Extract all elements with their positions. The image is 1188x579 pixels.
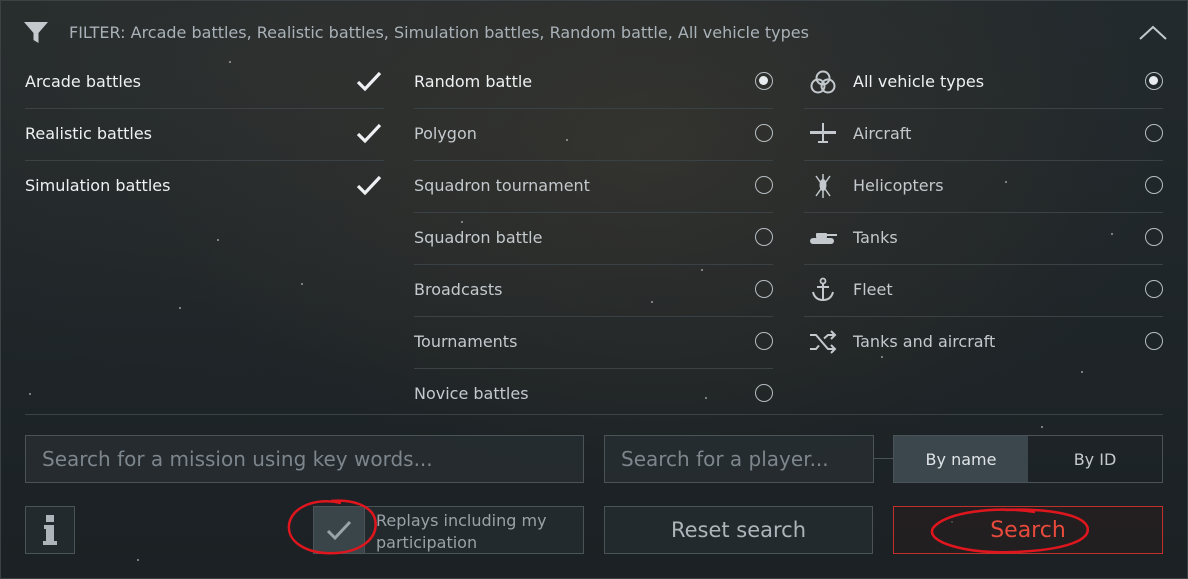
radio[interactable] — [755, 280, 773, 298]
aircraft-icon — [810, 123, 836, 143]
vehicle-label: All vehicle types — [853, 72, 985, 91]
tank-icon — [810, 233, 837, 244]
vehicle-label: Fleet — [853, 280, 893, 299]
difficulty-item-simulation[interactable]: Simulation battles — [25, 161, 384, 212]
radio[interactable] — [1145, 176, 1163, 194]
radio[interactable] — [755, 228, 773, 246]
mode-label: Random battle — [414, 72, 533, 91]
chevron-up-icon[interactable] — [1138, 23, 1168, 43]
vehicle-label: Aircraft — [853, 124, 912, 143]
check-icon — [356, 123, 382, 144]
mode-item-squadron-battle[interactable]: Squadron battle — [414, 213, 773, 265]
vehicle-label: Tanks — [853, 228, 898, 247]
difficulty-item-arcade[interactable]: Arcade battles — [25, 57, 384, 109]
vehicle-label: Helicopters — [853, 176, 944, 195]
filter-panel: FILTER: Arcade battles, Realistic battle… — [0, 0, 1188, 579]
check-icon — [356, 175, 382, 196]
by-name-toggle[interactable]: By name — [894, 436, 1028, 482]
filter-header[interactable]: FILTER: Arcade battles, Realistic battle… — [23, 19, 1168, 47]
vehicle-item-tanks-and-aircraft[interactable]: Tanks and aircraft — [804, 317, 1163, 368]
info-button[interactable] — [25, 506, 75, 554]
mode-item-broadcasts[interactable]: Broadcasts — [414, 265, 773, 317]
radio-selected[interactable] — [1145, 72, 1163, 90]
vehicle-item-all[interactable]: All vehicle types — [804, 57, 1163, 109]
filter-icon — [24, 22, 48, 43]
helicopter-icon — [815, 174, 831, 198]
anchor-icon — [812, 277, 834, 302]
radio[interactable] — [1145, 332, 1163, 350]
mode-item-novice-battles[interactable]: Novice battles — [414, 369, 773, 420]
replays-label: Replays including my participation — [376, 511, 547, 552]
vehicle-item-tanks[interactable]: Tanks — [804, 213, 1163, 265]
all-vehicles-icon — [810, 70, 836, 94]
difficulty-label: Simulation battles — [25, 176, 171, 195]
difficulty-list: Arcade battles Realistic battles Simulat… — [25, 57, 384, 212]
mode-label: Novice battles — [414, 384, 529, 403]
mission-search-input[interactable] — [25, 435, 584, 483]
reset-search-button[interactable]: Reset search — [604, 506, 873, 554]
mode-item-squadron-tournament[interactable]: Squadron tournament — [414, 161, 773, 213]
mode-label: Squadron battle — [414, 228, 543, 247]
search-mode-toggle: By name By ID — [893, 435, 1163, 483]
by-id-toggle[interactable]: By ID — [1028, 436, 1162, 482]
mode-item-polygon[interactable]: Polygon — [414, 109, 773, 161]
info-icon — [43, 515, 57, 545]
radio[interactable] — [1145, 280, 1163, 298]
shuffle-icon — [810, 330, 837, 354]
difficulty-item-realistic[interactable]: Realistic battles — [25, 109, 384, 161]
mode-list: Random battle Polygon Squadron tournamen… — [414, 57, 773, 420]
mode-item-random-battle[interactable]: Random battle — [414, 57, 773, 109]
check-icon — [326, 520, 352, 541]
radio[interactable] — [755, 176, 773, 194]
vehicle-label: Tanks and aircraft — [853, 332, 996, 351]
mode-label: Broadcasts — [414, 280, 503, 299]
player-search-input[interactable] — [604, 435, 874, 483]
vehicle-item-helicopters[interactable]: Helicopters — [804, 161, 1163, 213]
radio[interactable] — [1145, 124, 1163, 142]
radio[interactable] — [755, 384, 773, 402]
checkbox-box[interactable] — [314, 507, 365, 553]
radio[interactable] — [755, 332, 773, 350]
radio[interactable] — [1145, 228, 1163, 246]
difficulty-label: Arcade battles — [25, 72, 141, 91]
radio[interactable] — [755, 124, 773, 142]
mode-label: Tournaments — [414, 332, 518, 351]
mode-label: Polygon — [414, 124, 477, 143]
radio-selected[interactable] — [755, 72, 773, 90]
vehicle-list: All vehicle types Aircraft Helicopters T… — [804, 57, 1163, 368]
divider — [25, 414, 1163, 415]
replays-checkbox[interactable]: Replays including my participation — [313, 506, 584, 554]
connector-line — [874, 458, 893, 459]
difficulty-label: Realistic battles — [25, 124, 153, 143]
check-icon — [356, 71, 382, 92]
search-button[interactable]: Search — [893, 506, 1163, 554]
vehicle-item-fleet[interactable]: Fleet — [804, 265, 1163, 317]
mode-item-tournaments[interactable]: Tournaments — [414, 317, 773, 369]
mode-label: Squadron tournament — [414, 176, 590, 195]
filter-summary: FILTER: Arcade battles, Realistic battle… — [69, 23, 809, 42]
vehicle-item-aircraft[interactable]: Aircraft — [804, 109, 1163, 161]
